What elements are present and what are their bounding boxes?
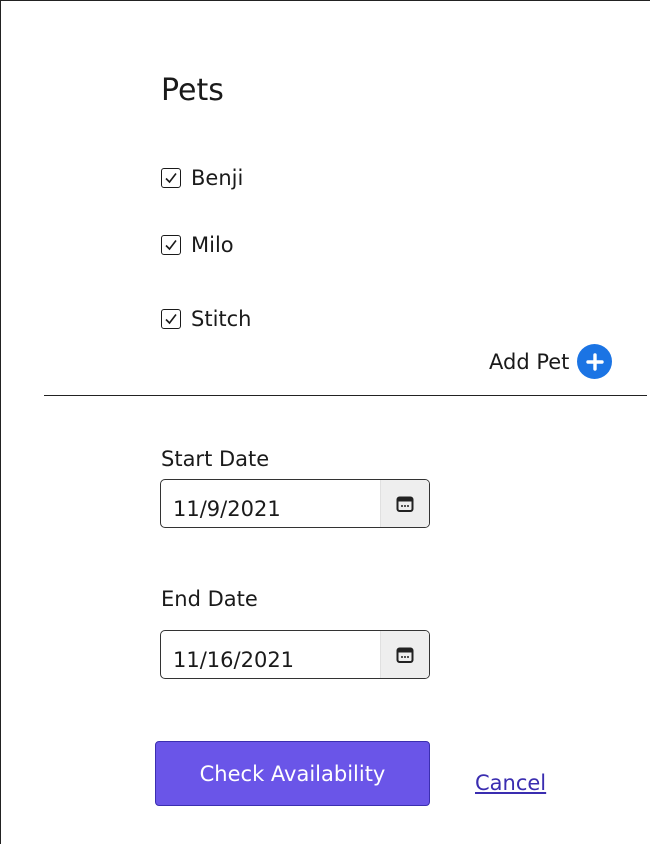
checkbox-checked-icon[interactable]: [161, 235, 181, 255]
pet-name: Stitch: [191, 307, 252, 331]
section-divider: [44, 395, 647, 396]
end-date-value[interactable]: 11/16/2021: [161, 631, 380, 678]
cancel-link[interactable]: Cancel: [475, 771, 546, 795]
pets-heading: Pets: [161, 73, 224, 108]
plus-circle-icon[interactable]: [577, 344, 613, 379]
checkbox-checked-icon[interactable]: [161, 168, 181, 188]
pet-option-stitch[interactable]: Stitch: [161, 307, 252, 331]
end-date-label: End Date: [161, 587, 258, 611]
check-availability-button[interactable]: Check Availability: [155, 741, 430, 806]
booking-panel: Pets Benji Milo Stitch Add Pet Start Dat…: [0, 0, 650, 844]
calendar-icon[interactable]: [380, 631, 429, 678]
calendar-icon[interactable]: [380, 480, 429, 527]
pet-option-milo[interactable]: Milo: [161, 233, 234, 257]
start-date-field[interactable]: 11/9/2021: [160, 479, 430, 528]
pet-name: Benji: [191, 166, 244, 190]
add-pet-label: Add Pet: [489, 349, 570, 374]
checkbox-checked-icon[interactable]: [161, 309, 181, 329]
pet-option-benji[interactable]: Benji: [161, 166, 243, 190]
start-date-value[interactable]: 11/9/2021: [161, 480, 380, 527]
end-date-field[interactable]: 11/16/2021: [160, 630, 430, 679]
add-pet-button[interactable]: Add Pet: [489, 344, 613, 379]
pet-name: Milo: [191, 233, 234, 257]
start-date-label: Start Date: [161, 447, 270, 471]
